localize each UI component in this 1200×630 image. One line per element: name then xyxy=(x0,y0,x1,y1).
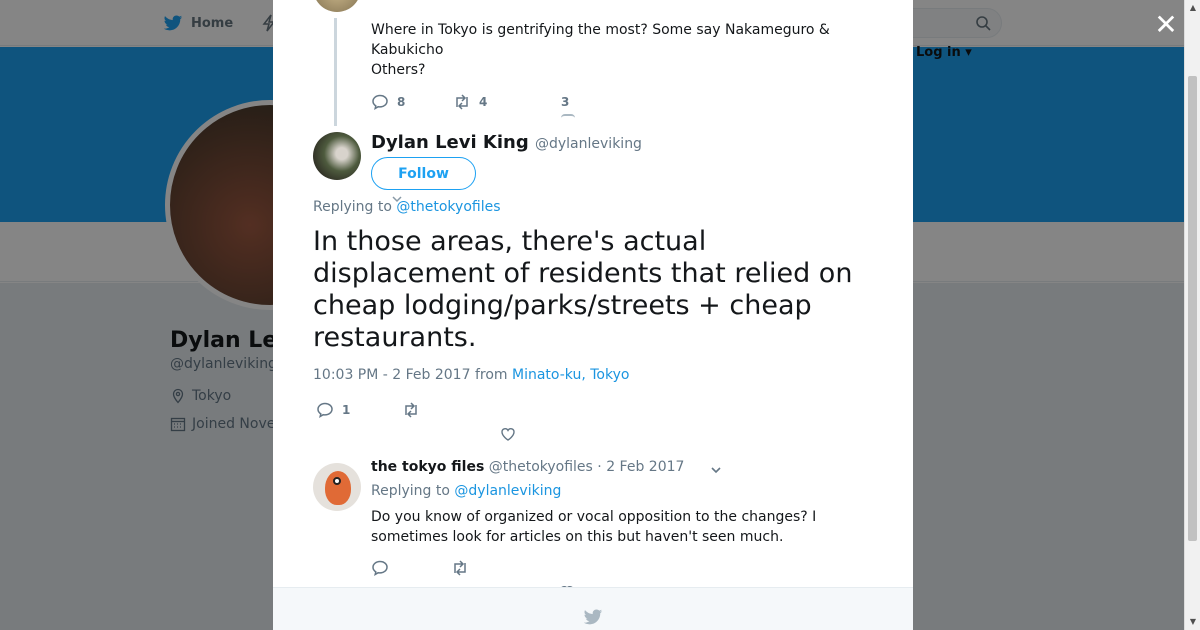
reply-header: the tokyo files @thetokyofiles · 2 Feb 2… xyxy=(371,459,684,475)
author-handle[interactable]: @dylanleviking xyxy=(535,136,642,152)
chevron-down-icon[interactable] xyxy=(710,464,722,476)
replying-to-link[interactable]: @dylanleviking xyxy=(454,483,561,499)
reply-tweet-text: Do you know of organized or vocal opposi… xyxy=(371,509,817,545)
scroll-up-arrow-icon[interactable]: ▲ xyxy=(1188,3,1198,13)
tweet-timestamp[interactable]: 10:03 PM - 2 Feb 2017 xyxy=(313,367,471,383)
replying-to-line: Replying to @thetokyofiles xyxy=(313,199,501,215)
tweet-from-label: from xyxy=(474,367,508,383)
twitter-bird-icon xyxy=(583,609,603,625)
author-name[interactable]: Dylan Levi King xyxy=(371,132,529,153)
replying-to-prefix: Replying to xyxy=(371,483,450,499)
retweet-button[interactable]: 4 xyxy=(453,93,487,111)
previous-tweet-line: Others? xyxy=(371,62,426,78)
reply-count: 1 xyxy=(342,403,351,417)
retweet-icon xyxy=(405,402,417,418)
retweet-icon xyxy=(454,560,466,576)
reply-author-handle[interactable]: @thetokyofiles xyxy=(489,459,593,475)
heart-icon[interactable] xyxy=(500,426,516,442)
retweet-button[interactable] xyxy=(451,559,469,577)
follow-button[interactable]: Follow xyxy=(371,157,476,190)
reply-button[interactable]: 8 xyxy=(371,93,453,111)
reply-count: 8 xyxy=(397,95,406,109)
tweet-permalink-modal: Where in Tokyo is gentrifying the most? … xyxy=(273,0,913,630)
close-icon[interactable]: ✕ xyxy=(1153,11,1179,39)
tweet-actions: 1 xyxy=(316,401,420,419)
reply-button[interactable] xyxy=(371,559,451,577)
retweet-count: 4 xyxy=(479,95,488,109)
reply-icon xyxy=(372,94,388,111)
reply-tweet[interactable]: the tokyo files @thetokyofiles · 2 Feb 2… xyxy=(273,452,913,599)
modal-footer xyxy=(273,587,913,630)
previous-tweet-actions: 8 4 xyxy=(371,93,487,111)
reply-replying-to-line: Replying to @dylanleviking xyxy=(371,483,561,499)
reply-date[interactable]: · 2 Feb 2017 xyxy=(597,459,684,475)
replying-to-prefix: Replying to xyxy=(313,199,392,215)
tweet-location-link[interactable]: Minato-ku, Tokyo xyxy=(512,367,629,383)
tweet-metadata: 10:03 PM - 2 Feb 2017 from Minato-ku, To… xyxy=(313,367,629,383)
retweet-button[interactable] xyxy=(402,401,420,419)
conversation-thread-line xyxy=(334,18,337,126)
goldfish-logo xyxy=(325,471,351,505)
reply-button[interactable]: 1 xyxy=(316,401,402,419)
scroll-down-arrow-icon[interactable]: ▼ xyxy=(1188,617,1198,627)
retweet-icon xyxy=(456,94,468,110)
reply-author-avatar[interactable] xyxy=(313,463,361,511)
replying-to-link[interactable]: @thetokyofiles xyxy=(396,199,500,215)
previous-tweet-line: Where in Tokyo is gentrifying the most? … xyxy=(371,22,830,58)
previous-tweet-avatar[interactable] xyxy=(313,0,361,12)
like-count[interactable]: 3 xyxy=(561,95,569,109)
page-scrollbar[interactable]: ▲ ▼ xyxy=(1184,0,1200,630)
goldfish-eye xyxy=(333,477,341,485)
scrollbar-thumb[interactable] xyxy=(1188,76,1197,541)
reply-icon xyxy=(317,402,333,419)
tweet-text: In those areas, there's actual displacem… xyxy=(313,226,853,353)
previous-tweet-text: Where in Tokyo is gentrifying the most? … xyxy=(371,20,841,80)
reply-icon xyxy=(372,560,388,577)
reply-author-name[interactable]: the tokyo files xyxy=(371,459,484,475)
heart-icon[interactable] xyxy=(561,114,575,118)
reply-tweet-actions xyxy=(371,559,469,577)
author-avatar[interactable] xyxy=(313,132,361,180)
